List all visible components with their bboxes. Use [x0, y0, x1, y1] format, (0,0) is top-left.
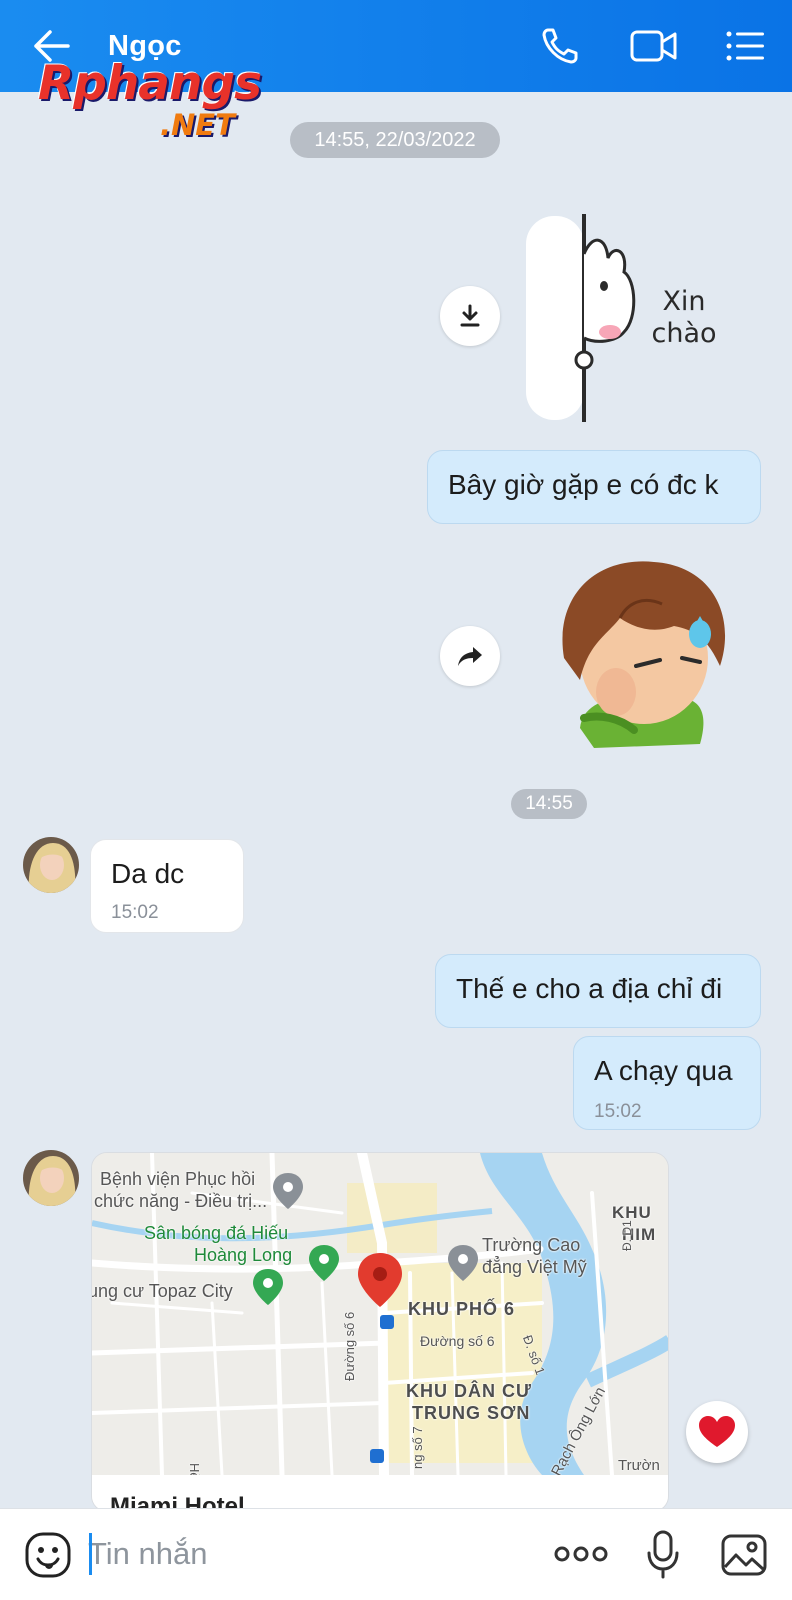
message-time: 15:02 [594, 1101, 642, 1122]
message-bubble-incoming[interactable]: Da dc 15:02 [90, 839, 244, 933]
bunny-sticker[interactable]: Xin chào [526, 214, 726, 422]
message-bubble-outgoing[interactable]: A chạy qua 15:02 [573, 1036, 761, 1130]
message-text: Da dc [111, 858, 185, 889]
sticker-text: Xin chào [651, 286, 717, 349]
map-label: TRUNG SƠN [412, 1403, 531, 1423]
message-time: 15:02 [111, 902, 159, 923]
location-map-card[interactable]: Bệnh viện Phục hồi chức năng - Điều trị.… [91, 1152, 669, 1512]
map-label: KHU DÂN CƯ [406, 1381, 532, 1401]
message-text: Bây giờ gặp e có đc k [448, 469, 719, 500]
map-label: Đường số 6 [420, 1333, 495, 1349]
map-label: Sân bóng đá Hiếu [144, 1223, 289, 1243]
phone-icon[interactable] [538, 24, 586, 68]
watermark-sub-text: .NET [160, 108, 235, 142]
message-input[interactable] [88, 1531, 508, 1577]
heart-icon [699, 1416, 735, 1447]
map-label: đẳng Việt Mỹ [482, 1257, 587, 1277]
watermark-logo: Rphangs .NET [38, 56, 278, 146]
map-label: Bệnh viện Phục hồi [100, 1169, 256, 1189]
share-arrow-icon [458, 647, 482, 666]
map-label: KHU PHỐ 6 [408, 1299, 516, 1319]
download-icon [460, 304, 480, 327]
map-label: Trường Cao [482, 1235, 581, 1255]
map-label: Đường số 6 [342, 1311, 357, 1381]
message-text: Thế e cho a địa chỉ đi [456, 973, 723, 1004]
map-label: chức năng - Điều trị... [94, 1191, 268, 1211]
menu-list-icon[interactable] [724, 24, 772, 68]
contact-avatar[interactable] [23, 1150, 79, 1206]
message-input-bar [0, 1508, 792, 1600]
map-label: Trườn [618, 1457, 660, 1474]
time-separator: 14:55 [511, 789, 587, 819]
download-button[interactable] [440, 286, 500, 346]
map-place-footer: Miami Hotel [92, 1475, 668, 1511]
video-call-icon[interactable] [630, 24, 678, 68]
contact-avatar[interactable] [23, 837, 79, 893]
map-label: Đ. D1 [620, 1220, 634, 1251]
map-label: ng số 7 [410, 1426, 425, 1469]
more-options-icon[interactable] [554, 1539, 608, 1574]
message-bubble-outgoing[interactable]: Thế e cho a địa chỉ đi [435, 954, 761, 1028]
boy-sticker[interactable] [524, 548, 746, 770]
map-label: ung cư Topaz City [91, 1281, 233, 1301]
heart-reaction-button[interactable] [686, 1401, 748, 1463]
microphone-icon[interactable] [646, 1529, 680, 1586]
message-text: A chạy qua [594, 1055, 733, 1086]
forward-button[interactable] [440, 626, 500, 686]
message-bubble-outgoing[interactable]: Bây giờ gặp e có đc k [427, 450, 761, 524]
image-gallery-icon[interactable] [720, 1533, 768, 1582]
date-separator: 14:55, 22/03/2022 [290, 122, 500, 158]
text-cursor [89, 1533, 92, 1575]
map-label: Hoàng Long [194, 1245, 293, 1265]
emoji-icon[interactable] [24, 1531, 72, 1584]
watermark-main-text: Rphangs [38, 56, 262, 111]
